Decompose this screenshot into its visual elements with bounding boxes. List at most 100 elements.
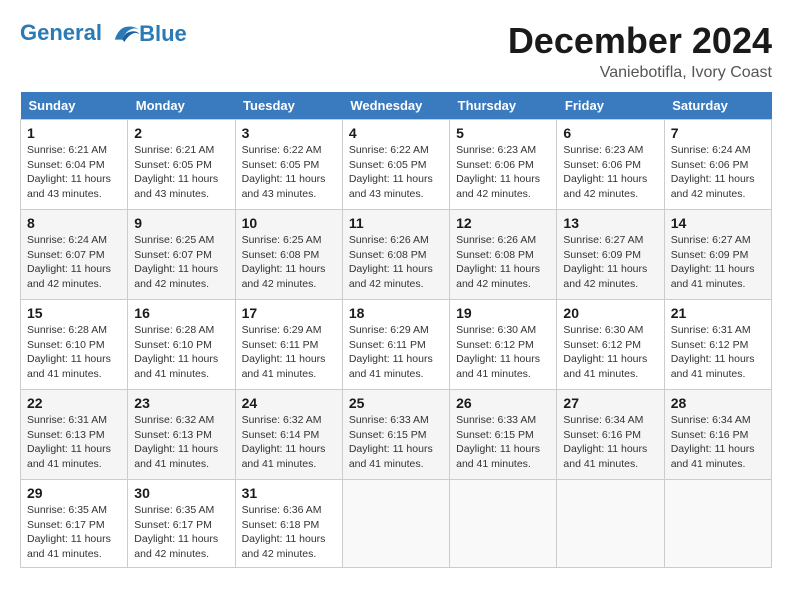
day-number: 17 bbox=[242, 305, 336, 321]
day-number: 13 bbox=[563, 215, 657, 231]
day-number: 5 bbox=[456, 125, 550, 141]
day-info: Sunrise: 6:27 AMSunset: 6:09 PMDaylight:… bbox=[563, 233, 657, 292]
logo-text: General bbox=[20, 20, 141, 48]
day-info: Sunrise: 6:32 AMSunset: 6:13 PMDaylight:… bbox=[134, 413, 228, 472]
day-number: 2 bbox=[134, 125, 228, 141]
location-subtitle: Vaniebotifla, Ivory Coast bbox=[508, 64, 772, 82]
table-row: 8 Sunrise: 6:24 AMSunset: 6:07 PMDaylight… bbox=[21, 210, 128, 300]
table-row: 14 Sunrise: 6:27 AMSunset: 6:09 PMDayligh… bbox=[664, 210, 771, 300]
table-row: 3 Sunrise: 6:22 AMSunset: 6:05 PMDaylight… bbox=[235, 120, 342, 210]
day-info: Sunrise: 6:28 AMSunset: 6:10 PMDaylight:… bbox=[134, 323, 228, 382]
day-number: 23 bbox=[134, 395, 228, 411]
day-number: 31 bbox=[242, 485, 336, 501]
day-info: Sunrise: 6:30 AMSunset: 6:12 PMDaylight:… bbox=[456, 323, 550, 382]
table-row bbox=[664, 480, 771, 568]
day-info: Sunrise: 6:25 AMSunset: 6:08 PMDaylight:… bbox=[242, 233, 336, 292]
day-info: Sunrise: 6:25 AMSunset: 6:07 PMDaylight:… bbox=[134, 233, 228, 292]
table-row bbox=[450, 480, 557, 568]
day-number: 21 bbox=[671, 305, 765, 321]
day-info: Sunrise: 6:26 AMSunset: 6:08 PMDaylight:… bbox=[349, 233, 443, 292]
col-sunday: Sunday bbox=[21, 92, 128, 120]
day-info: Sunrise: 6:35 AMSunset: 6:17 PMDaylight:… bbox=[134, 503, 228, 562]
table-row: 24 Sunrise: 6:32 AMSunset: 6:14 PMDayligh… bbox=[235, 390, 342, 480]
col-friday: Friday bbox=[557, 92, 664, 120]
day-number: 28 bbox=[671, 395, 765, 411]
table-row: 31 Sunrise: 6:36 AMSunset: 6:18 PMDayligh… bbox=[235, 480, 342, 568]
day-info: Sunrise: 6:24 AMSunset: 6:07 PMDaylight:… bbox=[27, 233, 121, 292]
table-row: 23 Sunrise: 6:32 AMSunset: 6:13 PMDayligh… bbox=[128, 390, 235, 480]
table-row: 28 Sunrise: 6:34 AMSunset: 6:16 PMDayligh… bbox=[664, 390, 771, 480]
day-number: 22 bbox=[27, 395, 121, 411]
day-number: 7 bbox=[671, 125, 765, 141]
table-row: 20Sunrise: 6:30 AMSunset: 6:12 PMDayligh… bbox=[557, 300, 664, 390]
day-info: Sunrise: 6:24 AMSunset: 6:06 PMDaylight:… bbox=[671, 143, 765, 202]
calendar-table: Sunday Monday Tuesday Wednesday Thursday… bbox=[20, 92, 772, 568]
table-row: 6 Sunrise: 6:23 AMSunset: 6:06 PMDaylight… bbox=[557, 120, 664, 210]
table-row: 11 Sunrise: 6:26 AMSunset: 6:08 PMDayligh… bbox=[342, 210, 449, 300]
table-row: 26 Sunrise: 6:33 AMSunset: 6:15 PMDayligh… bbox=[450, 390, 557, 480]
day-number: 25 bbox=[349, 395, 443, 411]
table-row: 22Sunrise: 6:31 AMSunset: 6:13 PMDayligh… bbox=[21, 390, 128, 480]
day-info: Sunrise: 6:36 AMSunset: 6:18 PMDaylight:… bbox=[242, 503, 336, 562]
table-row: 29 Sunrise: 6:35 AMSunset: 6:17 PMDayligh… bbox=[21, 480, 128, 568]
table-row: 30Sunrise: 6:35 AMSunset: 6:17 PMDayligh… bbox=[128, 480, 235, 568]
day-number: 15 bbox=[27, 305, 121, 321]
table-row bbox=[557, 480, 664, 568]
day-number: 12 bbox=[456, 215, 550, 231]
calendar-header-row: Sunday Monday Tuesday Wednesday Thursday… bbox=[21, 92, 772, 120]
day-info: Sunrise: 6:35 AMSunset: 6:17 PMDaylight:… bbox=[27, 503, 121, 562]
logo-general: General bbox=[20, 20, 102, 45]
table-row: 25Sunrise: 6:33 AMSunset: 6:15 PMDayligh… bbox=[342, 390, 449, 480]
day-number: 9 bbox=[134, 215, 228, 231]
col-saturday: Saturday bbox=[664, 92, 771, 120]
table-row: 17 Sunrise: 6:29 AMSunset: 6:11 PMDayligh… bbox=[235, 300, 342, 390]
table-row: 12 Sunrise: 6:26 AMSunset: 6:08 PMDayligh… bbox=[450, 210, 557, 300]
day-number: 27 bbox=[563, 395, 657, 411]
table-row: 9 Sunrise: 6:25 AMSunset: 6:07 PMDaylight… bbox=[128, 210, 235, 300]
day-info: Sunrise: 6:29 AMSunset: 6:11 PMDaylight:… bbox=[349, 323, 443, 382]
logo-bird-icon bbox=[111, 20, 141, 48]
day-info: Sunrise: 6:21 AMSunset: 6:05 PMDaylight:… bbox=[134, 143, 228, 202]
day-number: 16 bbox=[134, 305, 228, 321]
table-row: 21 Sunrise: 6:31 AMSunset: 6:12 PMDayligh… bbox=[664, 300, 771, 390]
day-number: 18 bbox=[349, 305, 443, 321]
day-info: Sunrise: 6:23 AMSunset: 6:06 PMDaylight:… bbox=[563, 143, 657, 202]
day-info: Sunrise: 6:33 AMSunset: 6:15 PMDaylight:… bbox=[456, 413, 550, 472]
day-info: Sunrise: 6:31 AMSunset: 6:12 PMDaylight:… bbox=[671, 323, 765, 382]
day-number: 11 bbox=[349, 215, 443, 231]
page-header: General Blue December 2024 Vaniebotifla,… bbox=[20, 20, 772, 82]
table-row: 27Sunrise: 6:34 AMSunset: 6:16 PMDayligh… bbox=[557, 390, 664, 480]
day-info: Sunrise: 6:26 AMSunset: 6:08 PMDaylight:… bbox=[456, 233, 550, 292]
day-info: Sunrise: 6:22 AMSunset: 6:05 PMDaylight:… bbox=[349, 143, 443, 202]
day-info: Sunrise: 6:27 AMSunset: 6:09 PMDaylight:… bbox=[671, 233, 765, 292]
day-number: 8 bbox=[27, 215, 121, 231]
col-wednesday: Wednesday bbox=[342, 92, 449, 120]
table-row: 18 Sunrise: 6:29 AMSunset: 6:11 PMDayligh… bbox=[342, 300, 449, 390]
day-number: 4 bbox=[349, 125, 443, 141]
table-row: 15 Sunrise: 6:28 AMSunset: 6:10 PMDayligh… bbox=[21, 300, 128, 390]
day-number: 26 bbox=[456, 395, 550, 411]
day-info: Sunrise: 6:29 AMSunset: 6:11 PMDaylight:… bbox=[242, 323, 336, 382]
table-row: 10 Sunrise: 6:25 AMSunset: 6:08 PMDayligh… bbox=[235, 210, 342, 300]
day-number: 24 bbox=[242, 395, 336, 411]
day-info: Sunrise: 6:32 AMSunset: 6:14 PMDaylight:… bbox=[242, 413, 336, 472]
day-number: 10 bbox=[242, 215, 336, 231]
day-info: Sunrise: 6:34 AMSunset: 6:16 PMDaylight:… bbox=[671, 413, 765, 472]
day-info: Sunrise: 6:28 AMSunset: 6:10 PMDaylight:… bbox=[27, 323, 121, 382]
col-thursday: Thursday bbox=[450, 92, 557, 120]
table-row: 5 Sunrise: 6:23 AMSunset: 6:06 PMDaylight… bbox=[450, 120, 557, 210]
day-number: 3 bbox=[242, 125, 336, 141]
col-tuesday: Tuesday bbox=[235, 92, 342, 120]
table-row: 4 Sunrise: 6:22 AMSunset: 6:05 PMDaylight… bbox=[342, 120, 449, 210]
day-number: 29 bbox=[27, 485, 121, 501]
day-number: 14 bbox=[671, 215, 765, 231]
day-number: 20 bbox=[563, 305, 657, 321]
day-number: 6 bbox=[563, 125, 657, 141]
table-row: 19 Sunrise: 6:30 AMSunset: 6:12 PMDayligh… bbox=[450, 300, 557, 390]
day-number: 19 bbox=[456, 305, 550, 321]
day-info: Sunrise: 6:23 AMSunset: 6:06 PMDaylight:… bbox=[456, 143, 550, 202]
table-row: 1Sunrise: 6:21 AMSunset: 6:04 PMDaylight… bbox=[21, 120, 128, 210]
table-row: 2 Sunrise: 6:21 AMSunset: 6:05 PMDaylight… bbox=[128, 120, 235, 210]
day-info: Sunrise: 6:22 AMSunset: 6:05 PMDaylight:… bbox=[242, 143, 336, 202]
table-row bbox=[342, 480, 449, 568]
